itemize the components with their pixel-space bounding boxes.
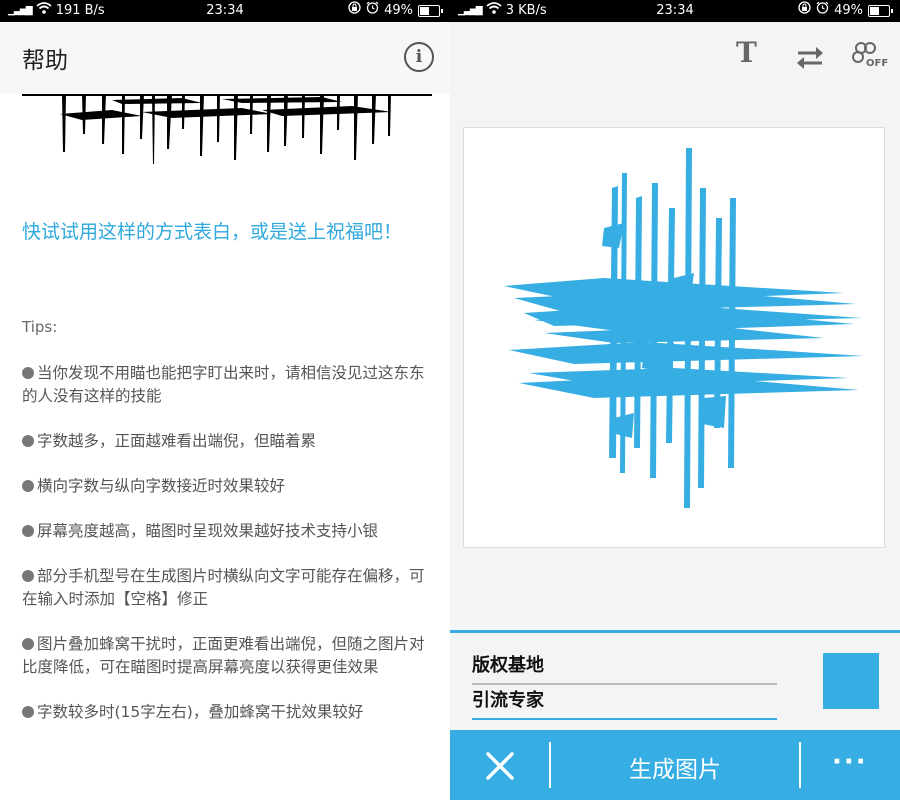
bullet-icon: [22, 435, 34, 447]
editor-screen: ▁▃▅▇ 3 KB/s 23:34 49% T OFF 版权基地 引流专家 生成…: [450, 0, 900, 800]
tip-text: 当你发现不用瞄也能把字盯出来时，请相信没见过这东东的人没有这样的技能: [22, 364, 425, 405]
color-picker-button[interactable]: [823, 653, 879, 709]
tip-item: 图片叠加蜂窝干扰时，正面更难看出端倪，但随之图片对比度降低，可在瞄图时提高屏幕亮…: [22, 633, 427, 679]
divider: [799, 742, 801, 788]
lock-rotation-icon: [348, 0, 361, 22]
honeycomb-toggle-button[interactable]: OFF: [852, 42, 888, 70]
alarm-icon: [366, 0, 379, 22]
tips-list: 当你发现不用瞄也能把字盯出来时，请相信没见过这东东的人没有这样的技能 字数越多，…: [22, 362, 427, 746]
bottom-action-bar: 生成图片 ···: [450, 730, 900, 800]
tip-text: 字数较多时(15字左右)，叠加蜂窝干扰效果较好: [37, 703, 364, 721]
battery-percent: 49%: [834, 3, 863, 18]
app-bar: 帮助 i: [0, 22, 450, 94]
tip-item: 当你发现不用瞄也能把字盯出来时，请相信没见过这东东的人没有这样的技能: [22, 362, 427, 408]
tip-item: 字数较多时(15字左右)，叠加蜂窝干扰效果较好: [22, 701, 427, 724]
tip-item: 横向字数与纵向字数接近时效果较好: [22, 475, 427, 498]
generate-image-button[interactable]: 生成图片: [560, 750, 790, 784]
tip-item: 屏幕亮度越高，瞄图时呈现效果越好技术支持小银: [22, 520, 427, 543]
bullet-icon: [22, 638, 34, 650]
tip-text: 屏幕亮度越高，瞄图时呈现效果越好技术支持小银: [37, 522, 379, 540]
tip-item: 部分手机型号在生成图片时横纵向文字可能存在偏移，可在输入时添加【空格】修正: [22, 565, 427, 611]
horizontal-text-input[interactable]: 版权基地: [472, 651, 777, 685]
more-options-button[interactable]: ···: [832, 749, 868, 775]
tip-text: 字数越多，正面越难看出端倪，但瞄着累: [37, 432, 317, 450]
bullet-icon: [22, 367, 34, 379]
encourage-text: 快试试用这样的方式表白，或是送上祝福吧！: [22, 221, 403, 243]
text-input-area: 版权基地 引流专家: [450, 630, 900, 733]
tip-text: 横向字数与纵向字数接近时效果较好: [37, 477, 286, 495]
bullet-icon: [22, 480, 34, 492]
text-style-button[interactable]: T: [736, 36, 757, 69]
status-bar: ▁▃▅▇ 191 B/s 23:34 49%: [0, 0, 450, 22]
swap-direction-button[interactable]: [796, 46, 824, 74]
alarm-icon: [816, 0, 829, 22]
status-bar: ▁▃▅▇ 3 KB/s 23:34 49%: [450, 0, 900, 22]
page-title: 帮助: [22, 48, 68, 74]
battery-percent: 49%: [384, 3, 413, 18]
skewed-text-preview-image: [504, 148, 864, 508]
toolbar: T OFF: [450, 22, 900, 94]
info-icon[interactable]: i: [404, 42, 434, 72]
bullet-icon: [22, 525, 34, 537]
honeycomb-state-label: OFF: [866, 58, 889, 69]
help-screen: ▁▃▅▇ 191 B/s 23:34 49% 帮助 i 快试试用这样的方式表白，…: [0, 0, 450, 800]
vertical-text-input[interactable]: 引流专家: [472, 686, 777, 720]
bullet-icon: [22, 570, 34, 582]
tip-item: 字数越多，正面越难看出端倪，但瞄着累: [22, 430, 427, 453]
close-button[interactable]: [480, 746, 520, 786]
bullet-icon: [22, 706, 34, 718]
close-icon: [486, 752, 514, 780]
tip-text: 部分手机型号在生成图片时横纵向文字可能存在偏移，可在输入时添加【空格】修正: [22, 567, 425, 608]
battery-icon: [418, 5, 443, 17]
divider: [549, 742, 551, 788]
swap-arrows-icon: [797, 47, 823, 69]
example-skewed-text-image: [22, 94, 432, 164]
tips-heading: Tips:: [22, 318, 58, 336]
tip-text: 图片叠加蜂窝干扰时，正面更难看出端倪，但随之图片对比度降低，可在瞄图时提高屏幕亮…: [22, 635, 425, 676]
generated-image-preview: [463, 127, 885, 548]
battery-icon: [868, 5, 893, 17]
lock-rotation-icon: [798, 0, 811, 22]
